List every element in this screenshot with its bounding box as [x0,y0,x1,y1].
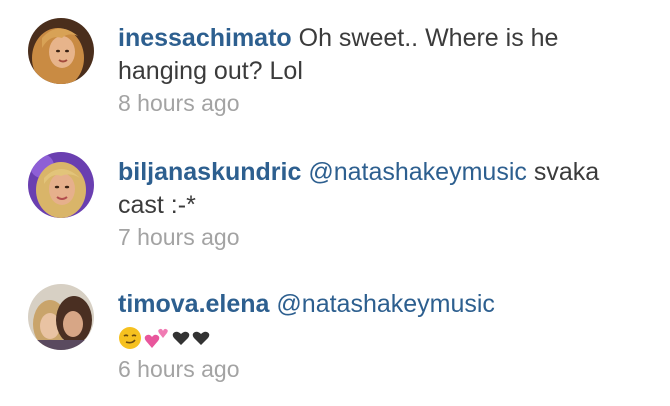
black-heart-emoji [172,332,190,346]
avatar-photo [28,284,94,350]
avatar-photo [28,152,94,218]
comment-username[interactable]: timova.elena [118,290,269,318]
comment-item: biljanaskundric @natashakeymusic svaka c… [0,142,670,274]
avatar[interactable] [28,18,94,84]
comment-timestamp: 8 hours ago [118,90,240,116]
comment-mention[interactable]: @natashakeymusic [276,290,495,318]
comment-body: inessachimato Oh sweet.. Where is he han… [118,22,638,88]
avatar[interactable] [28,152,94,218]
comment-body: biljanaskundric @natashakeymusic svaka c… [118,156,638,222]
comment-timestamp: 7 hours ago [118,224,240,250]
comment-body: timova.elena @natashakeymusic [118,288,638,355]
comment-mention[interactable]: @natashakeymusic [308,158,527,186]
avatar[interactable] [28,284,94,350]
emoji-row [118,322,210,355]
black-heart-emoji [192,332,210,346]
smirk-face-emoji [119,327,141,350]
comment-item: inessachimato Oh sweet.. Where is he han… [0,8,670,140]
comment-username[interactable]: biljanaskundric [118,158,301,186]
avatar-photo [28,18,94,84]
comment-username[interactable]: inessachimato [118,24,292,52]
comment-timestamp: 6 hours ago [118,356,240,382]
two-hearts-emoji [144,329,168,349]
comment-item: timova.elena @natashakeymusic 6 hours ag… [0,274,670,406]
